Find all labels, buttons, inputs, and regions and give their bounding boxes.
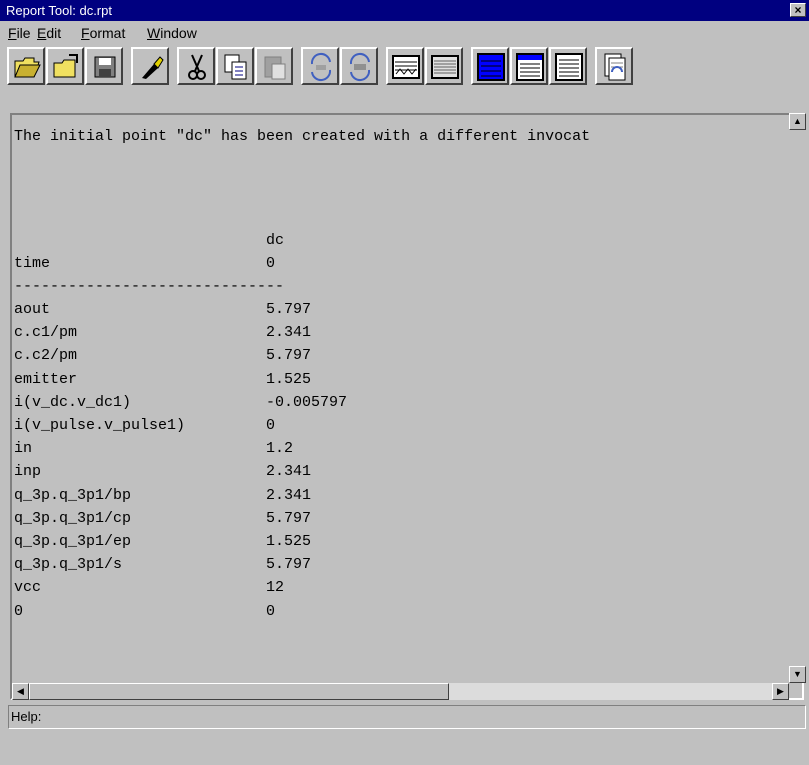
- arrow-right-icon: ▶: [777, 686, 784, 696]
- report-row-name: c.c1/pm: [14, 324, 78, 342]
- report-row-value: 2.341: [266, 324, 312, 342]
- paste-button[interactable]: [255, 47, 293, 85]
- report-row-value: 1.525: [266, 533, 312, 550]
- report-row-name: aout: [14, 301, 51, 318]
- report-button[interactable]: [595, 47, 633, 85]
- report-text: The initial point "dc" has been created …: [14, 125, 590, 620]
- open-folder-icon: [14, 57, 41, 78]
- refresh-alt-button[interactable]: [340, 47, 378, 85]
- report-row-name: q_3p.q_3p1/cp: [14, 509, 132, 527]
- report-row-value: 0: [266, 602, 276, 620]
- status-help-text: Help:: [11, 709, 42, 724]
- title-bar: Report Tool: dc.rpt ×: [0, 0, 809, 21]
- report-row-value: 0: [266, 417, 276, 434]
- menu-window[interactable]: Window: [147, 25, 197, 41]
- menu-file[interactable]: File: [8, 25, 31, 41]
- horizontal-scrollbar[interactable]: ◀ ▶: [12, 683, 789, 700]
- highlight-icon: [142, 56, 164, 79]
- refresh-alt-icon: [349, 53, 371, 81]
- report-row-name: 0: [14, 602, 24, 620]
- report-row-value: -0.005797: [266, 393, 348, 411]
- status-bar: Help:: [8, 705, 806, 729]
- menu-bar: File Edit Format Window: [0, 22, 809, 44]
- menu-format[interactable]: Format: [81, 25, 125, 41]
- cut-button[interactable]: [177, 47, 215, 85]
- report-row-name: inp: [14, 463, 42, 481]
- copy-button[interactable]: [216, 47, 254, 85]
- separator-line: ------------------------------: [14, 278, 285, 295]
- scroll-up-button[interactable]: ▲: [789, 113, 806, 130]
- open-folder-button[interactable]: [7, 47, 45, 85]
- report-row-name: c.c2/pm: [14, 347, 78, 365]
- refresh-icon: [310, 53, 332, 81]
- save-button[interactable]: [85, 47, 123, 85]
- report-row-name: in: [14, 440, 33, 458]
- cut-icon: [188, 54, 206, 80]
- report-row-value: 1.525: [266, 370, 312, 388]
- scroll-right-button[interactable]: ▶: [772, 683, 789, 700]
- close-icon: ×: [794, 3, 802, 17]
- report-row-value: 1.2: [266, 440, 294, 458]
- column-header: dc: [266, 232, 285, 249]
- align-center-icon: [516, 53, 544, 81]
- arrow-down-icon: ▼: [793, 669, 802, 679]
- report-message: The initial point "dc" has been created …: [14, 128, 591, 145]
- refresh-button[interactable]: [301, 47, 339, 85]
- report-row-value: 2.341: [266, 486, 312, 504]
- report-icon: [604, 53, 626, 81]
- waveform-alt-button[interactable]: [425, 47, 463, 85]
- scroll-thumb[interactable]: [29, 683, 449, 700]
- waveform-icon: [392, 55, 420, 79]
- report-row-name: vcc: [14, 579, 42, 597]
- window-title: Report Tool: dc.rpt: [6, 3, 112, 18]
- copy-icon: [224, 54, 247, 80]
- open-file-icon: [53, 54, 78, 78]
- report-row-name: emitter: [14, 370, 78, 388]
- waveform-button[interactable]: [386, 47, 424, 85]
- time-value: 0: [266, 255, 276, 272]
- save-icon: [94, 56, 116, 78]
- align-left-icon: [477, 53, 505, 81]
- open-file-button[interactable]: [46, 47, 84, 85]
- scroll-down-button[interactable]: ▼: [789, 666, 806, 683]
- report-tool-window: Report Tool: dc.rpt × File Edit Format W…: [0, 0, 809, 765]
- report-row-name: q_3p.q_3p1/bp: [14, 486, 132, 504]
- menu-edit[interactable]: Edit: [37, 25, 61, 41]
- report-row-name: q_3p.q_3p1/ep: [14, 533, 132, 550]
- report-row-value: 2.341: [266, 463, 312, 481]
- report-row-value: 12: [266, 579, 285, 597]
- report-row-name: i(v_dc.v_dc1): [14, 393, 132, 411]
- align-right-button[interactable]: [549, 47, 587, 85]
- report-row-value: 5.797: [266, 347, 312, 365]
- align-left-button[interactable]: [471, 47, 509, 85]
- highlight-button[interactable]: [131, 47, 169, 85]
- report-row-name: q_3p.q_3p1/s: [14, 556, 123, 574]
- report-row-value: 5.797: [266, 301, 312, 318]
- paste-icon: [264, 56, 286, 80]
- align-right-icon: [555, 53, 583, 81]
- time-label: time: [14, 255, 51, 272]
- close-button[interactable]: ×: [790, 3, 806, 17]
- scroll-left-button[interactable]: ◀: [12, 683, 29, 700]
- align-center-button[interactable]: [510, 47, 548, 85]
- waveform-alt-icon: [431, 55, 459, 79]
- toolbar: [6, 47, 806, 93]
- arrow-up-icon: ▲: [793, 116, 802, 126]
- report-row-name: i(v_pulse.v_pulse1): [14, 417, 186, 434]
- arrow-left-icon: ◀: [17, 686, 24, 696]
- report-row-value: 5.797: [266, 556, 312, 574]
- report-row-value: 5.797: [266, 509, 312, 527]
- vertical-scrollbar[interactable]: ▲ ▼: [789, 113, 806, 683]
